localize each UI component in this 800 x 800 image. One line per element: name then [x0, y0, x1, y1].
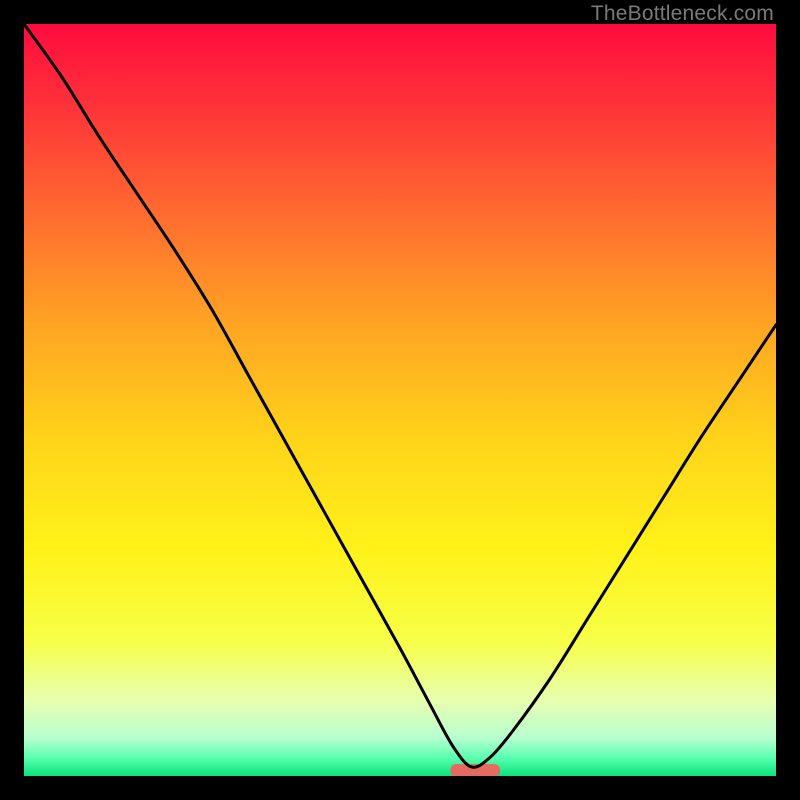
watermark-text: TheBottleneck.com [591, 2, 774, 26]
chart-frame [24, 24, 776, 776]
gradient-background [24, 24, 776, 776]
plot-svg [24, 24, 776, 776]
